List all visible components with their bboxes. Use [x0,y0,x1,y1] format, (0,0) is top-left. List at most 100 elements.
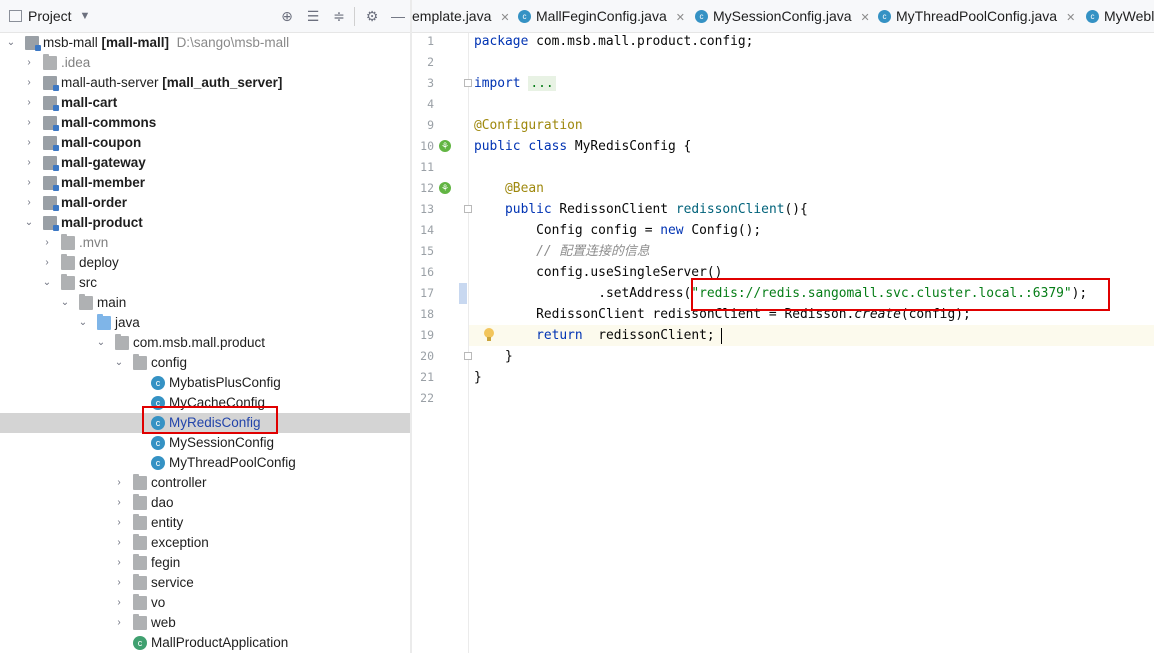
chevron-right-icon[interactable]: › [41,253,53,273]
chevron-right-icon[interactable]: › [113,493,125,513]
tree-item-mythreadpoolconfig[interactable]: c MyThreadPoolConfig [0,453,410,473]
tree-item-mall-auth-server[interactable]: › mall-auth-server [mall_auth_server] [0,73,410,93]
editor-tab[interactable]: c MallFeginConfig.java ✕ [518,0,685,33]
chevron-down-icon[interactable]: ⌄ [59,293,71,313]
editor-tab[interactable]: c MyThreadPoolConfig.java ✕ [878,0,1075,33]
editor-tab[interactable]: c MyWebl [1086,0,1154,33]
tree-item-mvn[interactable]: › .mvn [0,233,410,253]
code-line[interactable]: package com.msb.mall.product.config; [474,31,753,52]
close-icon[interactable]: ✕ [676,12,685,24]
tree-item-deploy[interactable]: › deploy [0,253,410,273]
tree-item-idea[interactable]: › .idea [0,53,410,73]
chevron-right-icon[interactable]: › [113,513,125,533]
code-line[interactable]: // 配置连接的信息 [474,241,650,262]
chevron-down-icon[interactable]: ⌄ [77,313,89,333]
line-number: 3 [427,76,434,90]
tree-item-mallproductapplication[interactable]: c MallProductApplication [0,633,410,653]
bean-icon[interactable]: ⚘ [439,182,451,194]
tree-item-mall-commons[interactable]: › mall-commons [0,113,410,133]
chevron-right-icon[interactable]: › [113,593,125,613]
tree-item-config[interactable]: ⌄ config [0,353,410,373]
chevron-right-icon[interactable]: › [113,533,125,553]
tree-item-mall-cart[interactable]: › mall-cart [0,93,410,113]
tree-item-main[interactable]: ⌄ main [0,293,410,313]
tree-item-label: dao [151,495,174,510]
close-icon[interactable]: ✕ [861,12,870,24]
chevron-down-icon[interactable]: ⌄ [113,353,125,373]
tree-item-mall-coupon[interactable]: › mall-coupon [0,133,410,153]
chevron-right-icon[interactable]: › [113,473,125,493]
chevron-down-icon[interactable]: ⌄ [41,273,53,293]
line-number: 22 [420,391,434,405]
chevron-right-icon[interactable]: › [23,133,35,153]
vcs-change-marker[interactable] [459,283,467,304]
chevron-right-icon[interactable]: › [113,553,125,573]
chevron-right-icon[interactable]: › [113,613,125,633]
editor-tab[interactable]: emplate.java ✕ [412,0,510,33]
tree-item-mysessionconfig[interactable]: c MySessionConfig [0,433,410,453]
code-line[interactable]: import ... [474,73,556,94]
code-line[interactable]: public class MyRedisConfig { [474,136,691,157]
chevron-right-icon[interactable]: › [23,193,35,213]
tree-item-msb-mall[interactable]: ⌄ msb-mall [mall-mall] D:\sango\msb-mall [0,33,410,53]
line-number: 20 [420,349,434,363]
fold-marker-icon[interactable] [464,205,472,213]
tree-item-mall-member[interactable]: › mall-member [0,173,410,193]
chevron-right-icon[interactable]: › [23,173,35,193]
chevron-down-icon[interactable]: ⌄ [23,213,35,233]
code-line[interactable]: @Bean [474,178,544,199]
editor-tab[interactable]: c MySessionConfig.java ✕ [695,0,870,33]
tree-item-web[interactable]: › web [0,613,410,633]
line-number: 15 [420,244,434,258]
code-line[interactable]: return redissonClient; [474,325,715,346]
tree-item-java[interactable]: ⌄ java [0,313,410,333]
module-folder-icon [43,176,59,191]
line-number: 12 [420,181,434,195]
package-icon [133,534,147,550]
lightbulb-icon[interactable] [482,327,496,343]
project-view-title[interactable]: Project [28,8,72,24]
chevron-right-icon[interactable]: › [23,93,35,113]
tree-item-mall-order[interactable]: › mall-order [0,193,410,213]
chevron-right-icon[interactable]: › [113,573,125,593]
gear-icon[interactable]: ⚙ [363,0,381,33]
chevron-down-icon[interactable]: ▼ [76,0,94,33]
minimize-icon[interactable]: — [389,0,407,33]
tree-item-package-root[interactable]: ⌄ com.msb.mall.product [0,333,410,353]
close-icon[interactable]: ✕ [1066,12,1075,24]
code-line[interactable]: @Configuration [474,115,583,136]
tree-item-entity[interactable]: › entity [0,513,410,533]
chevron-right-icon[interactable]: › [23,113,35,133]
tree-item-label: mall-cart [61,95,118,110]
fold-marker-icon[interactable] [464,79,472,87]
code-line[interactable]: Config config = new Config(); [474,220,761,241]
tree-item-dao[interactable]: › dao [0,493,410,513]
chevron-right-icon[interactable]: › [23,73,35,93]
chevron-down-icon[interactable]: ⌄ [95,333,107,353]
code-line[interactable]: config.useSingleServer() [474,262,722,283]
tree-item-exception[interactable]: › exception [0,533,410,553]
code-line[interactable]: } [474,367,482,388]
bean-icon[interactable]: ⚘ [439,140,451,152]
code-line[interactable]: } [474,346,513,367]
code-line[interactable]: public RedissonClient redissonClient(){ [474,199,808,220]
tree-item-service[interactable]: › service [0,573,410,593]
chevron-right-icon[interactable]: › [23,53,35,73]
tree-item-fegin[interactable]: › fegin [0,553,410,573]
tree-item-mall-gateway[interactable]: › mall-gateway [0,153,410,173]
tree-item-mybatisplusconfig[interactable]: c MybatisPlusConfig [0,373,410,393]
target-icon[interactable]: ⊕ [278,0,296,33]
close-icon[interactable]: ✕ [500,12,509,24]
line-number: 14 [420,223,434,237]
tree-item-vo[interactable]: › vo [0,593,410,613]
tree-item-src[interactable]: ⌄ src [0,273,410,293]
tree-item-mall-product[interactable]: ⌄ mall-product [0,213,410,233]
fold-marker-icon[interactable] [464,352,472,360]
expand-all-icon[interactable]: ☰ [304,0,322,33]
module-folder-icon [43,216,59,231]
chevron-right-icon[interactable]: › [23,153,35,173]
chevron-right-icon[interactable]: › [41,233,53,253]
collapse-all-icon[interactable]: ≑ [330,0,348,33]
chevron-down-icon[interactable]: ⌄ [5,33,17,53]
tree-item-controller[interactable]: › controller [0,473,410,493]
